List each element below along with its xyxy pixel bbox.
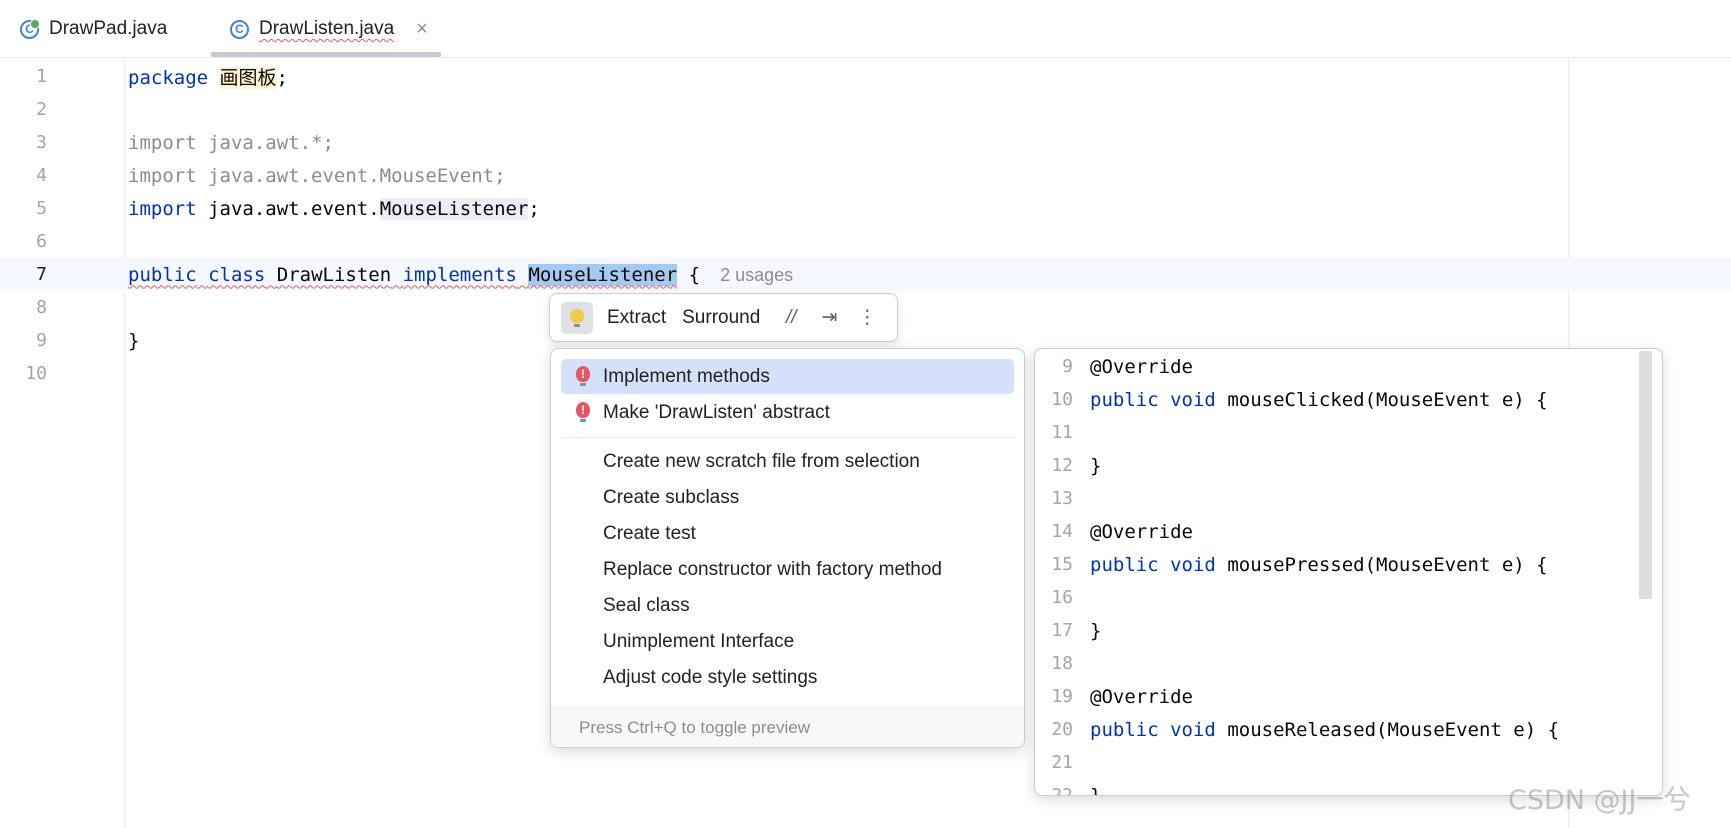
intent-unimplement-interface[interactable]: Unimplement Interface [561,624,1014,659]
tab-drawpad[interactable]: C DrawPad.java [20,0,167,58]
intent-create-test[interactable]: Create test [561,516,1014,551]
error-bulb-icon: ! [576,402,590,422]
popup-footer-hint: Press Ctrl+Q to toggle preview [551,706,1024,747]
intention-actions-popup: ! Implement methods ! Make 'DrawListen' … [550,348,1025,748]
intention-preview-popup: 9 @Override 10 public void mouseClicked(Mo… [1034,348,1663,796]
intent-replace-constructor[interactable]: Replace constructor with factory method [561,552,1014,587]
code-text: import java.awt.*; [128,131,334,154]
selected-identifier: MouseListener [528,263,678,286]
code-line[interactable]: 3 import java.awt.*; [0,126,1731,159]
active-tab-indicator [211,52,441,57]
line-number: 9 [36,330,47,351]
code-text: package 画图板; [128,67,288,89]
intent-create-scratch[interactable]: Create new scratch file from selection [561,444,1014,479]
close-icon[interactable]: × [416,18,428,41]
preview-line: 17} [1051,619,1102,642]
preview-line: 18 [1051,653,1073,674]
editor-tab-bar: C DrawPad.java C DrawListen.java × [0,0,1731,58]
code-line[interactable]: 1 package 画图板; [0,60,1731,93]
lightbulb-icon [570,308,584,327]
line-number: 4 [36,165,47,186]
preview-line: 15 public void mousePressed(MouseEvent e)… [1051,553,1548,576]
preview-line: 13 [1051,488,1073,509]
code-text: public class DrawListen implements Mouse… [128,263,794,286]
surround-button[interactable]: Surround [682,307,760,329]
java-class-icon: C [230,19,249,39]
line-number: 2 [36,99,47,120]
line-number: 1 [36,66,47,87]
more-options-icon[interactable]: ⋮ [856,306,878,329]
line-number: 7 [36,264,47,285]
tab-label: DrawPad.java [49,18,168,39]
intent-make-abstract[interactable]: ! Make 'DrawListen' abstract [561,395,1014,430]
code-text: import java.awt.event.MouseEvent; [128,164,506,187]
error-bulb-icon: ! [576,366,590,386]
line-number: 6 [36,231,47,252]
code-line[interactable]: 2 [0,93,1731,126]
preview-line: 10 public void mouseClicked(MouseEvent e)… [1051,388,1548,411]
line-number: 3 [36,132,47,153]
usages-inlay-hint: 2 usages [720,264,794,285]
preview-line: 14 @Override [1051,520,1193,543]
preview-line: 11 [1051,422,1073,443]
line-number: 8 [36,297,47,318]
intent-adjust-code-style[interactable]: Adjust code style settings [561,660,1014,695]
code-text: import java.awt.event.MouseListener; [128,197,540,220]
tab-label: DrawListen.java [259,18,395,39]
floating-code-toolbar: Extract Surround // ⇥ ⋮ [549,293,898,342]
intent-seal-class[interactable]: Seal class [561,588,1014,623]
extract-button[interactable]: Extract [607,307,666,329]
reformat-icon[interactable]: ⇥ [818,306,840,329]
separator [561,437,1014,438]
intent-implement-methods[interactable]: ! Implement methods [561,359,1014,394]
line-number: 10 [25,363,47,384]
code-text: } [128,329,140,352]
preview-line: 20 public void mouseReleased(MouseEvent e… [1051,718,1560,741]
preview-line: 16 [1051,587,1073,608]
tab-drawlisten[interactable]: C DrawListen.java × [230,0,428,58]
java-class-run-icon: C [20,18,40,39]
lightbulb-button[interactable] [561,301,593,334]
code-line[interactable]: 5 import java.awt.event.MouseListener; [0,192,1731,225]
preview-line: 12} [1051,454,1102,477]
scrollbar[interactable] [1639,351,1652,599]
code-line[interactable]: 6 [0,225,1731,258]
preview-line: 9 @Override [1062,355,1193,378]
intent-create-subclass[interactable]: Create subclass [561,480,1014,515]
code-line-current[interactable]: 7 public class DrawListen implements Mou… [0,258,1731,291]
line-number: 5 [36,198,47,219]
preview-line: 21 [1051,752,1073,773]
code-line[interactable]: 4 import java.awt.event.MouseEvent; [0,159,1731,192]
comment-icon[interactable]: // [780,307,802,329]
watermark: CSDN @JJ一兮 [1508,785,1691,816]
preview-line: 19 @Override [1051,685,1193,708]
